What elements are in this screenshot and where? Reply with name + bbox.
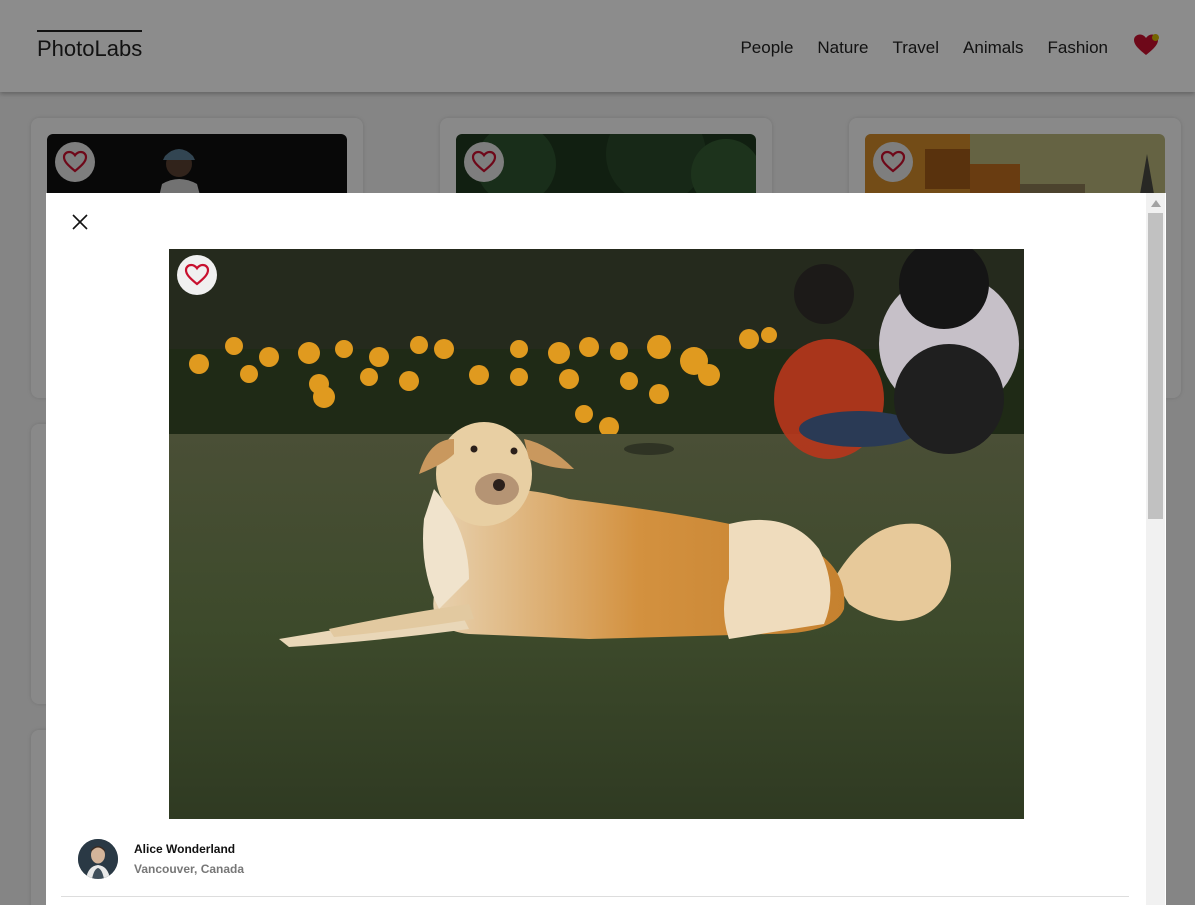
avatar [78,839,118,879]
scroll-up-arrow-icon[interactable] [1151,200,1161,207]
photo-details-modal: Alice Wonderland Vancouver, Canada [46,193,1166,905]
author-info: Alice Wonderland Vancouver, Canada [134,842,244,876]
avatar-image [78,839,118,879]
close-modal-button[interactable] [70,212,90,232]
modal-photo [169,249,1024,819]
dog-photo-image [169,249,1024,819]
divider [61,896,1129,897]
photo-author: Alice Wonderland Vancouver, Canada [78,839,244,879]
author-name: Alice Wonderland [134,842,236,856]
scroll-thumb[interactable] [1148,213,1163,519]
modal-scrollbar[interactable] [1146,193,1165,905]
favourite-button-bg [177,255,217,295]
author-location: Vancouver, Canada [134,862,245,876]
modal-favourite-button[interactable] [177,255,217,295]
heart-outline-icon [184,263,210,286]
close-icon [72,214,88,230]
